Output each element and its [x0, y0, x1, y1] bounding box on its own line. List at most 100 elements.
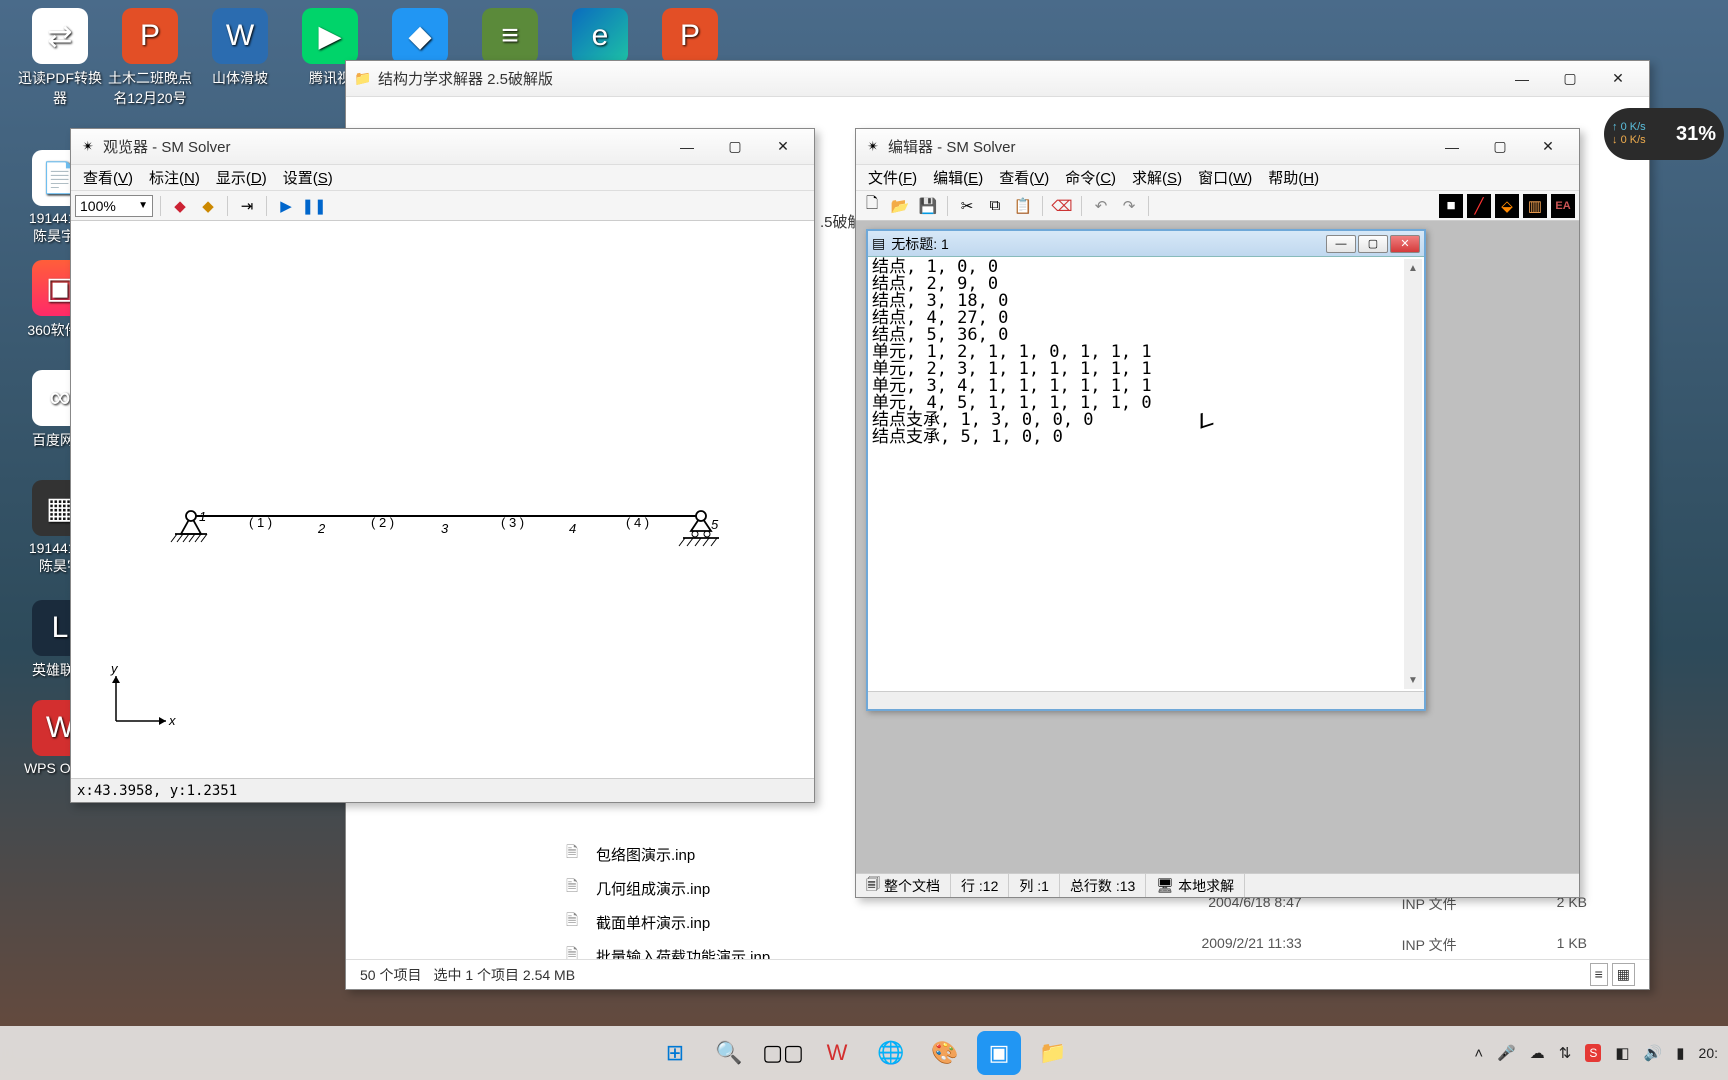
editor-textarea[interactable]: 结点, 1, 0, 0 结点, 2, 9, 0 结点, 3, 18, 0 结点,…: [868, 257, 1424, 691]
vertical-scrollbar[interactable]: ▲ ▼: [1404, 259, 1422, 689]
prev-node-icon[interactable]: ◆: [168, 194, 192, 218]
network-widget[interactable]: ↑ 0 K/s ↓ 0 K/s 31%: [1604, 108, 1724, 160]
desktop-icon-edge[interactable]: e: [555, 8, 645, 68]
desktop-icon-wps-doc[interactable]: P土木二班晚点名12月20号: [105, 8, 195, 108]
shape-square-icon[interactable]: ■: [1439, 194, 1463, 218]
paste-icon[interactable]: 📋: [1011, 194, 1035, 218]
mdi-titlebar[interactable]: ▤ 无标题: 1 — ▢ ✕: [868, 231, 1424, 257]
viewer-window[interactable]: ✴ 观览器 - SM Solver — ▢ ✕ 查看(V)标注(N)显示(D)设…: [70, 128, 815, 803]
unknown-tray-icon[interactable]: ◧: [1615, 1044, 1629, 1062]
scroll-up-icon[interactable]: ▲: [1404, 259, 1422, 277]
view-large-icon[interactable]: ▦: [1612, 963, 1635, 986]
desktop-icon-wps-p[interactable]: P: [645, 8, 735, 68]
menu-item[interactable]: 标注(N): [141, 164, 208, 191]
new-icon[interactable]: 🗋: [860, 194, 884, 218]
menu-item[interactable]: 文件(F): [860, 164, 925, 191]
battery-icon[interactable]: ▮: [1676, 1044, 1684, 1062]
editor-menubar[interactable]: 文件(F)编辑(E)查看(V)命令(C)求解(S)窗口(W)帮助(H): [856, 165, 1579, 191]
shape-bars-icon[interactable]: ▥: [1523, 194, 1547, 218]
viewer-canvas[interactable]: 1 2 3 4 5 ( 1 ) ( 2 ) ( 3 ) ( 4 ) x y: [71, 221, 814, 778]
ime-icon[interactable]: S: [1585, 1044, 1601, 1062]
doc-title: 无标题: 1: [891, 234, 949, 254]
taskbar[interactable]: ⊞ 🔍 ▢▢ W 🌐 🎨 ▣ 📁 ˄ 🎤 ☁ ⇅ S ◧ 🔊 ▮ 20:: [0, 1026, 1728, 1080]
shape-chart-icon[interactable]: ⬙: [1495, 194, 1519, 218]
menu-item[interactable]: 设置(S): [275, 164, 341, 191]
explorer-titlebar[interactable]: 📁 结构力学求解器 2.5破解版 — ▢ ✕: [346, 61, 1649, 97]
minimize-button[interactable]: —: [1429, 132, 1475, 162]
undo-icon[interactable]: ↶: [1089, 194, 1113, 218]
task-view-icon[interactable]: ▢▢: [761, 1031, 805, 1075]
close-button[interactable]: ✕: [1595, 64, 1641, 94]
wifi-icon[interactable]: ⇅: [1559, 1044, 1572, 1062]
file-name: 截面单杆演示.inp: [596, 912, 710, 933]
desktop-icon-app5[interactable]: ◆: [375, 8, 465, 68]
pause-icon[interactable]: ❚❚: [302, 194, 326, 218]
editor-mdi-area[interactable]: ▤ 无标题: 1 — ▢ ✕ 结点, 1, 0, 0 结点, 2, 9, 0 结…: [856, 221, 1579, 873]
taskbar-app[interactable]: 🎨: [923, 1031, 967, 1075]
chevron-up-icon[interactable]: ˄: [1474, 1045, 1483, 1062]
minimize-button[interactable]: —: [664, 132, 710, 162]
maximize-button[interactable]: ▢: [1547, 64, 1593, 94]
taskbar-app[interactable]: 🌐: [869, 1031, 913, 1075]
mdi-minimize-button[interactable]: —: [1326, 235, 1356, 253]
mdi-maximize-button[interactable]: ▢: [1358, 235, 1388, 253]
editor-toolbar[interactable]: 🗋 📂 💾 ✂ ⧉ 📋 ⌫ ↶ ↷ ■ ╱ ⬙ ▥ EA: [856, 191, 1579, 221]
open-icon[interactable]: 📂: [888, 194, 912, 218]
shape-ea-icon[interactable]: EA: [1551, 194, 1575, 218]
desktop-icon-wps-doc2[interactable]: W山体滑坡: [195, 8, 285, 88]
taskbar-app[interactable]: ▣: [977, 1031, 1021, 1075]
copy-icon[interactable]: ⧉: [983, 194, 1007, 218]
close-button[interactable]: ✕: [1525, 132, 1571, 162]
next-node-icon[interactable]: ◆: [196, 194, 220, 218]
save-icon[interactable]: 💾: [916, 194, 940, 218]
desktop-icon-label: 土木二班晚点名12月20号: [105, 68, 195, 108]
maximize-button[interactable]: ▢: [712, 132, 758, 162]
minimize-button[interactable]: —: [1499, 64, 1545, 94]
editor-titlebar[interactable]: ✴ 编辑器 - SM Solver — ▢ ✕: [856, 129, 1579, 165]
desktop-icon-pdf-converter[interactable]: ⇄迅读PDF转换器: [15, 8, 105, 108]
close-button[interactable]: ✕: [760, 132, 806, 162]
file-name: 包络图演示.inp: [596, 844, 695, 865]
mdi-document[interactable]: ▤ 无标题: 1 — ▢ ✕ 结点, 1, 0, 0 结点, 2, 9, 0 结…: [866, 229, 1426, 711]
maximize-button[interactable]: ▢: [1477, 132, 1523, 162]
mdi-close-button[interactable]: ✕: [1390, 235, 1420, 253]
search-icon[interactable]: 🔍: [707, 1031, 751, 1075]
system-tray[interactable]: ˄ 🎤 ☁ ⇅ S ◧ 🔊 ▮ 20:: [1474, 1044, 1718, 1062]
menu-item[interactable]: 窗口(W): [1190, 164, 1260, 191]
onedrive-icon[interactable]: ☁: [1530, 1044, 1545, 1062]
menu-item[interactable]: 显示(D): [208, 164, 275, 191]
taskbar-clock[interactable]: 20:: [1699, 1045, 1718, 1061]
explorer-icon[interactable]: 📁: [1031, 1031, 1075, 1075]
desktop-icon-7zip[interactable]: ≡: [465, 8, 555, 68]
menu-item[interactable]: 查看(V): [991, 164, 1057, 191]
file-icon: 🗎: [566, 842, 586, 867]
zoom-combo[interactable]: 100%▼: [75, 195, 153, 217]
delete-icon[interactable]: ⌫: [1050, 194, 1074, 218]
taskbar-app[interactable]: W: [815, 1031, 859, 1075]
menu-item[interactable]: 命令(C): [1057, 164, 1124, 191]
step-icon[interactable]: ⇥: [235, 194, 259, 218]
viewer-menubar[interactable]: 查看(V)标注(N)显示(D)设置(S): [71, 165, 814, 191]
file-icon: 🗎: [566, 910, 586, 935]
start-button[interactable]: ⊞: [653, 1031, 697, 1075]
cut-icon[interactable]: ✂: [955, 194, 979, 218]
status-selected: 选中 1 个项目 2.54 MB: [433, 965, 575, 985]
viewer-titlebar[interactable]: ✴ 观览器 - SM Solver — ▢ ✕: [71, 129, 814, 165]
menu-item[interactable]: 查看(V): [75, 164, 141, 191]
play-icon[interactable]: ▶: [274, 194, 298, 218]
menu-item[interactable]: 求解(S): [1124, 164, 1190, 191]
menu-item[interactable]: 编辑(E): [925, 164, 991, 191]
chevron-down-icon[interactable]: ▼: [138, 200, 148, 211]
file-name: 几何组成演示.inp: [596, 878, 710, 899]
mic-icon[interactable]: 🎤: [1497, 1044, 1516, 1062]
viewer-toolbar[interactable]: 100%▼ ◆ ◆ ⇥ ▶ ❚❚: [71, 191, 814, 221]
node-label: 3: [441, 521, 448, 536]
redo-icon[interactable]: ↷: [1117, 194, 1141, 218]
editor-window[interactable]: ✴ 编辑器 - SM Solver — ▢ ✕ 文件(F)编辑(E)查看(V)命…: [855, 128, 1580, 898]
scroll-down-icon[interactable]: ▼: [1404, 671, 1422, 689]
volume-icon[interactable]: 🔊: [1644, 1044, 1663, 1062]
horizontal-scrollbar[interactable]: [868, 691, 1424, 709]
menu-item[interactable]: 帮助(H): [1260, 164, 1327, 191]
view-details-icon[interactable]: ≡: [1590, 963, 1608, 986]
shape-line-icon[interactable]: ╱: [1467, 194, 1491, 218]
